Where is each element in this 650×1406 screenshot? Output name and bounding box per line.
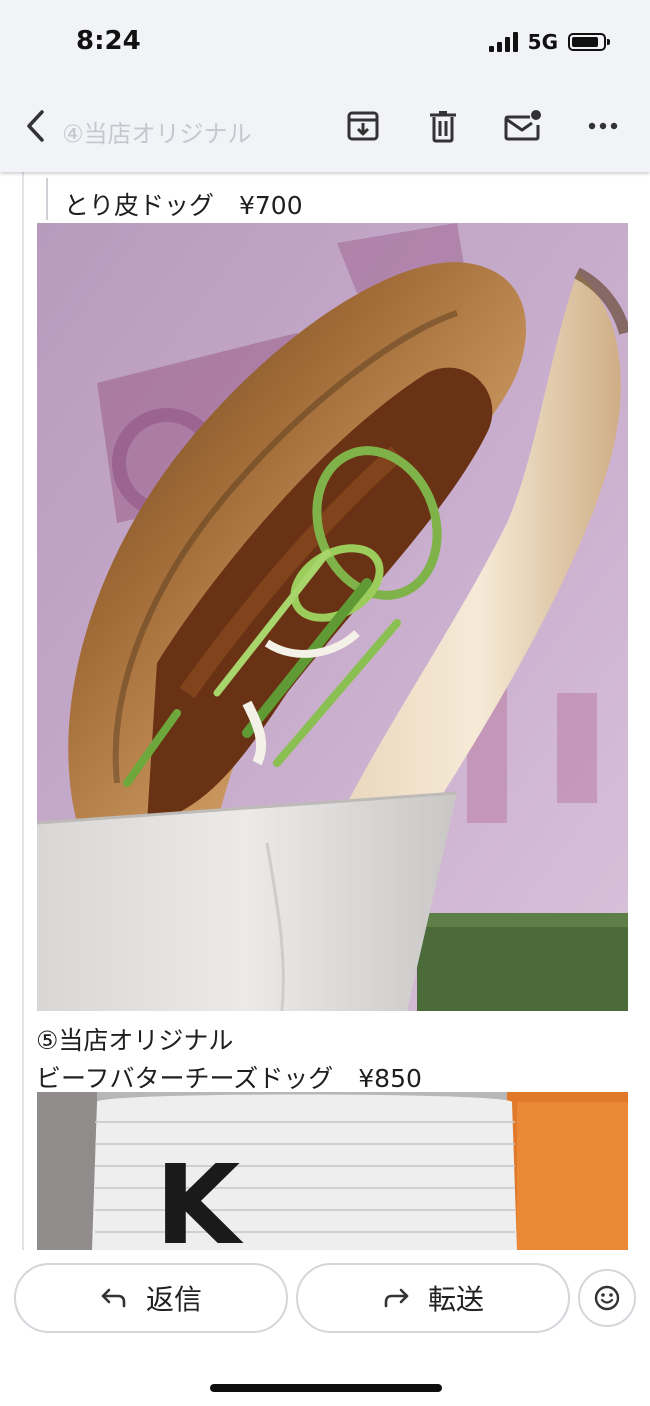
status-indicators: 5G (488, 30, 610, 54)
back-icon (27, 110, 44, 142)
forward-label: 転送 (427, 1283, 484, 1316)
emoji-reaction-button[interactable] (578, 1269, 636, 1327)
next-item-photo[interactable]: K (37, 1092, 628, 1250)
reply-button[interactable]: 返信 (14, 1263, 288, 1333)
cellular-signal-icon (488, 32, 518, 52)
delete-icon (430, 111, 456, 143)
item5-line2: ビーフバターチーズドッグ ¥850 (36, 1064, 422, 1093)
battery-icon (568, 33, 610, 51)
reply-icon (101, 1288, 126, 1308)
reply-label: 返信 (145, 1283, 202, 1316)
quote-bar (46, 178, 48, 220)
thread-divider (22, 172, 24, 1250)
top-app-bar: 8:24 5G ④当店オリジナル (0, 0, 650, 172)
archive-icon (347, 111, 379, 141)
hotdog-photo[interactable] (37, 223, 628, 1011)
bottom-action-bar: 返信 転送 (0, 1250, 650, 1406)
forward-button[interactable]: 転送 (296, 1263, 570, 1333)
subject-preview: ④当店オリジナル (62, 120, 252, 148)
next-image-letter: K (155, 1141, 241, 1250)
mark-unread-icon (504, 110, 541, 141)
item5-line1: ⑤当店オリジナル (36, 1026, 234, 1055)
home-indicator (210, 1384, 442, 1392)
back-button[interactable] (22, 106, 54, 146)
more-icon (588, 122, 618, 130)
emoji-icon (594, 1285, 620, 1311)
mark-unread-button[interactable] (503, 106, 543, 146)
delete-button[interactable] (423, 106, 463, 146)
more-options-button[interactable] (583, 106, 623, 146)
network-type: 5G (527, 30, 558, 54)
item4-title: とり皮ドッグ ¥700 (64, 191, 303, 220)
archive-button[interactable] (343, 106, 383, 146)
forward-icon (384, 1288, 409, 1308)
status-time: 8:24 (76, 26, 141, 56)
